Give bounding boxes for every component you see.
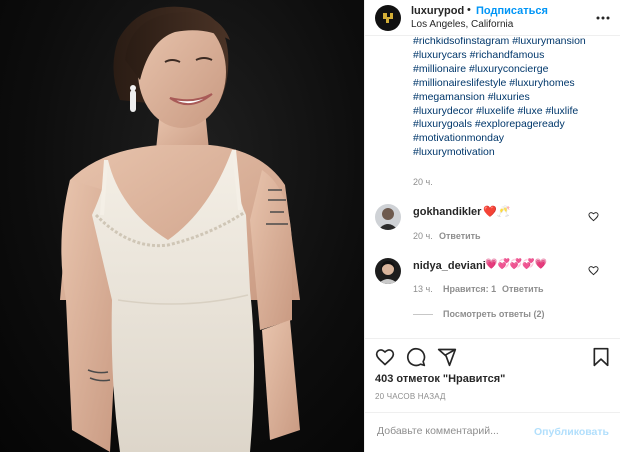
hashtag-link[interactable]: #luxuryhomes bbox=[509, 77, 574, 89]
comment-time[interactable]: 20 ч. bbox=[413, 231, 433, 241]
replies-divider-line bbox=[413, 314, 433, 316]
comment-input[interactable] bbox=[377, 425, 527, 437]
avatar[interactable] bbox=[375, 204, 401, 230]
luxurypod-logo-mark bbox=[383, 13, 393, 23]
hashtag-link[interactable]: #explorepageready bbox=[475, 118, 565, 130]
hashtag-link[interactable]: #motivationmonday bbox=[413, 132, 504, 144]
hashtag-link[interactable]: #luxurygoals bbox=[413, 118, 472, 130]
comment-icon[interactable] bbox=[406, 347, 426, 367]
hashtag-link[interactable]: #millionaire bbox=[413, 63, 466, 75]
hashtag-link[interactable]: #luxe bbox=[518, 105, 543, 117]
more-horizontal-icon[interactable] bbox=[595, 10, 611, 26]
hashtag-link[interactable]: #luxurymotivation bbox=[413, 146, 495, 158]
comment-text: ❤️🥂 bbox=[483, 206, 511, 218]
avatar-image bbox=[375, 204, 401, 230]
comment-like-heart-icon[interactable] bbox=[588, 265, 599, 276]
share-icon[interactable] bbox=[437, 347, 457, 367]
post-details-panel: luxurypod • Подписаться Los Angeles, Cal… bbox=[364, 0, 620, 452]
reply-button[interactable]: Ответить bbox=[439, 231, 481, 241]
post-time[interactable]: 20 ч. bbox=[413, 177, 433, 187]
post-author-username[interactable]: luxurypod bbox=[411, 5, 464, 17]
publish-button[interactable]: Опубликовать bbox=[534, 426, 609, 438]
follow-button[interactable]: Подписаться bbox=[476, 5, 548, 17]
add-comment-bar: Опубликовать bbox=[365, 412, 620, 452]
heart-icon[interactable] bbox=[375, 347, 395, 367]
post-header: luxurypod • Подписаться Los Angeles, Cal… bbox=[365, 0, 620, 36]
view-replies-label: Посмотреть ответы (2) bbox=[443, 309, 545, 319]
caption-hashtags: #richkidsofinstagram #luxurymansion #lux… bbox=[413, 37, 613, 160]
hashtag-link[interactable]: #richandfamous bbox=[470, 49, 545, 61]
hashtag-link[interactable]: #luxurycars bbox=[413, 49, 467, 61]
hashtag-link[interactable]: #luxurymansion bbox=[512, 37, 586, 47]
comments-scroll-area[interactable]: #richkidsofinstagram #luxurymansion #lux… bbox=[365, 37, 620, 337]
woman-in-white-slip-illustration bbox=[60, 6, 300, 452]
avatar-image bbox=[375, 258, 401, 284]
hashtag-link[interactable]: #luxurydecor bbox=[413, 105, 473, 117]
post-timestamp[interactable]: 20 ЧАСОВ НАЗАД bbox=[375, 392, 446, 401]
view-replies-button[interactable]: Посмотреть ответы (2) bbox=[413, 309, 544, 319]
comment-username[interactable]: gokhandikler bbox=[413, 206, 481, 218]
separator-dot: • bbox=[467, 4, 471, 16]
bookmark-icon[interactable] bbox=[591, 347, 611, 367]
reply-button[interactable]: Ответить bbox=[502, 284, 544, 294]
comment-likes-count[interactable]: Нравится: 1 bbox=[443, 284, 496, 294]
hashtag-link[interactable]: #luxuryconcierge bbox=[469, 63, 548, 75]
hashtag-link[interactable]: #richkidsofinstagram bbox=[413, 37, 509, 47]
hashtag-link[interactable]: #luxelife bbox=[476, 105, 515, 117]
likes-count[interactable]: 403 отметок "Нравится" bbox=[375, 373, 505, 385]
hashtag-link[interactable]: #millionaireslifestyle bbox=[413, 77, 506, 89]
post-location[interactable]: Los Angeles, California bbox=[411, 19, 513, 30]
luxurypod-logo[interactable] bbox=[375, 5, 401, 31]
post-photo[interactable] bbox=[0, 0, 364, 452]
comment-like-heart-icon[interactable] bbox=[588, 211, 599, 222]
hashtag-link[interactable]: #luxlife bbox=[546, 105, 579, 117]
comment-username[interactable]: nidya_deviani bbox=[413, 260, 486, 272]
hashtag-link[interactable]: #megamansion bbox=[413, 91, 485, 103]
comment-time[interactable]: 13 ч. bbox=[413, 284, 433, 294]
post-actions-bar bbox=[365, 338, 620, 368]
avatar[interactable] bbox=[375, 258, 401, 284]
hashtag-link[interactable]: #luxuries bbox=[488, 91, 530, 103]
comment-text: 💗💞💞💞💗 bbox=[485, 259, 548, 270]
